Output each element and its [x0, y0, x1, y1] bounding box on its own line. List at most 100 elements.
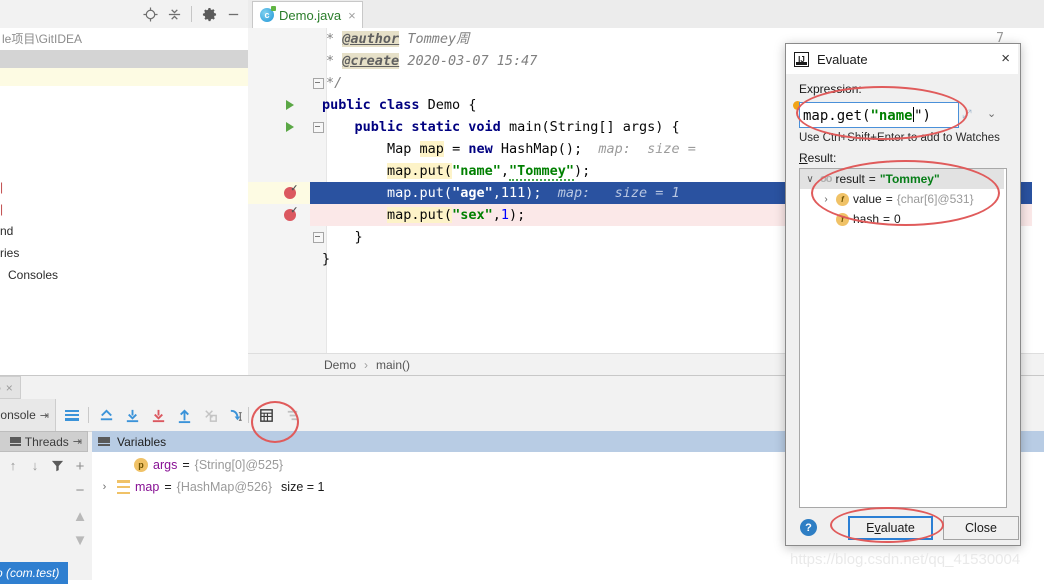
fold-marker-icon[interactable] — [312, 72, 324, 94]
code-line-7: * @author Tommey周 — [326, 28, 470, 50]
expression-suffix: ") — [914, 107, 931, 124]
evaluate-dialog[interactable]: IJ Evaluate × Expression: map.get("name "… — [785, 43, 1021, 546]
method-put: put( — [419, 163, 453, 179]
project-tree-fragment-4[interactable]: Consoles — [8, 268, 58, 282]
result-tree[interactable]: ∨ oo result = "Tommey" › f value = {char… — [799, 168, 1007, 508]
stmt-end: ); — [525, 185, 542, 201]
project-tree-fragment-0[interactable]: | — [0, 180, 3, 194]
list-item[interactable]: p args = {String[0]@525} — [110, 454, 283, 476]
filter-icon[interactable] — [46, 454, 68, 476]
step-up-icon[interactable] — [172, 403, 196, 427]
breakpoint-icon[interactable] — [282, 204, 298, 226]
step-into-icon[interactable] — [146, 403, 170, 427]
threads-tab[interactable]: Threads ⇥ — [0, 431, 88, 452]
project-tool-window[interactable]: le项目\GitIDEA | | nd ries Consoles — [0, 28, 249, 375]
step-over-icon[interactable] — [120, 403, 144, 427]
minus-icon[interactable]: − — [68, 478, 92, 502]
collapse-all-icon[interactable] — [163, 3, 185, 25]
threads-icon — [9, 437, 21, 446]
editor-right-stripe[interactable] — [1032, 56, 1044, 353]
evaluate-expression-icon[interactable] — [254, 403, 278, 427]
up-arrow-icon[interactable]: ▲ — [68, 504, 92, 528]
collapse-chevron-icon[interactable]: ∨ — [804, 174, 816, 185]
pin-icon[interactable]: ⇥ — [73, 435, 82, 448]
hashmap-ctor: HashMap(); — [492, 141, 583, 157]
keyword-public-class: public class — [322, 97, 420, 113]
method-put: put( — [419, 207, 453, 223]
variable-value: {String[0]@525} — [194, 458, 284, 472]
close-button[interactable]: Close — [943, 516, 1019, 540]
console-tab[interactable]: onsole ⇥ — [0, 399, 56, 431]
frame-item-selected[interactable]: o (com.test) — [0, 562, 68, 584]
help-icon[interactable]: ? — [800, 519, 817, 536]
settings-gear-icon[interactable] — [198, 3, 220, 25]
down-arrow-icon[interactable]: ▼ — [68, 528, 92, 552]
close-icon[interactable]: × — [346, 9, 356, 22]
list-item[interactable]: › map = {HashMap@526} size = 1 — [92, 476, 324, 498]
result-label: Result: — [799, 151, 836, 165]
project-tree-fragment-1[interactable]: | — [0, 202, 3, 216]
expand-editor-icon[interactable]: ⤢ — [962, 107, 972, 122]
up-arrow-icon[interactable]: ↑ — [2, 454, 24, 476]
closing-brace-method: } — [354, 229, 363, 245]
pin-icon[interactable]: ⇥ — [40, 409, 49, 422]
string-tommey-value: "Tommey" — [508, 163, 575, 181]
project-selected-row[interactable] — [0, 50, 248, 68]
run-arrow-icon[interactable] — [282, 94, 298, 116]
top-toolbar — [0, 0, 248, 29]
evaluate-button[interactable]: Ev aluate — [848, 516, 933, 540]
show-hide-icon[interactable] — [280, 403, 304, 427]
plus-icon[interactable]: + — [68, 454, 92, 478]
step-out-icon[interactable] — [94, 403, 118, 427]
list-item[interactable]: › f value = {char[6]@531} — [820, 189, 973, 209]
evaluate-button-label-b: aluate — [880, 521, 915, 535]
number-1: 1 — [500, 207, 509, 223]
object-icon: oo — [820, 173, 832, 185]
force-step-into-icon[interactable] — [198, 403, 222, 427]
javadoc-author-value: Tommey周 — [407, 31, 470, 47]
list-item[interactable]: f hash = 0 — [820, 209, 901, 229]
project-tree-fragment-3[interactable]: ries — [0, 246, 19, 260]
list-item[interactable]: ∨ oo result = "Tommey" — [804, 169, 939, 189]
run-to-cursor-icon[interactable] — [224, 403, 248, 427]
run-arrow-icon[interactable] — [282, 116, 298, 138]
var-map: map. — [387, 207, 420, 223]
variables-icon — [98, 437, 110, 446]
stmt-end: ); — [508, 207, 526, 223]
comma: , — [492, 185, 501, 201]
expression-input-text: map.get("name ") — [803, 106, 931, 124]
close-icon[interactable]: × — [6, 381, 13, 395]
debug-session-tab[interactable]: o × — [0, 376, 21, 399]
var-map: map. — [387, 163, 420, 179]
result-name: result — [835, 172, 865, 186]
threads-tab-label: Threads — [24, 434, 69, 449]
breakpoint-icon[interactable] — [282, 182, 298, 204]
minimize-icon[interactable] — [222, 3, 244, 25]
project-highlight-row[interactable] — [0, 68, 248, 86]
result-value: 0 — [894, 212, 901, 226]
chevron-down-icon[interactable]: ⌄ — [987, 107, 996, 120]
java-class-icon: c — [260, 6, 276, 22]
var-map: map — [419, 141, 444, 157]
locate-icon[interactable] — [139, 3, 161, 25]
breadcrumb-class[interactable]: Demo — [324, 358, 356, 372]
dialog-body: Expression: map.get("name ") ⤢ ⌄ Use Ctrl… — [786, 74, 1019, 543]
expression-input[interactable]: map.get("name ") — [799, 102, 959, 128]
editor-tab-label: Demo.java — [279, 7, 342, 23]
close-icon[interactable]: × — [1001, 51, 1010, 66]
breadcrumb-method[interactable]: main() — [376, 358, 410, 372]
project-tree-fragment-2[interactable]: nd — [0, 224, 13, 238]
debug-menu-icon[interactable] — [60, 403, 84, 427]
frame-item-label: o (com.test) — [0, 566, 60, 580]
code-line-8: * @create 2020-03-07 15:47 — [326, 50, 537, 72]
down-arrow-icon[interactable]: ↓ — [24, 454, 46, 476]
dialog-title-bar[interactable]: IJ Evaluate × — [786, 44, 1018, 74]
comment-star: * — [326, 53, 335, 69]
expand-chevron-icon[interactable]: › — [820, 194, 832, 205]
expand-chevron-icon[interactable]: › — [98, 481, 111, 493]
comment-star: * — [326, 31, 335, 47]
inline-hint-line-12: map: size = — [598, 141, 696, 157]
variables-sidebar: + − ▲ ▼ — [68, 452, 93, 580]
method-put: put( — [419, 185, 453, 201]
editor-tab-demo-java[interactable]: c Demo.java × — [252, 1, 363, 28]
